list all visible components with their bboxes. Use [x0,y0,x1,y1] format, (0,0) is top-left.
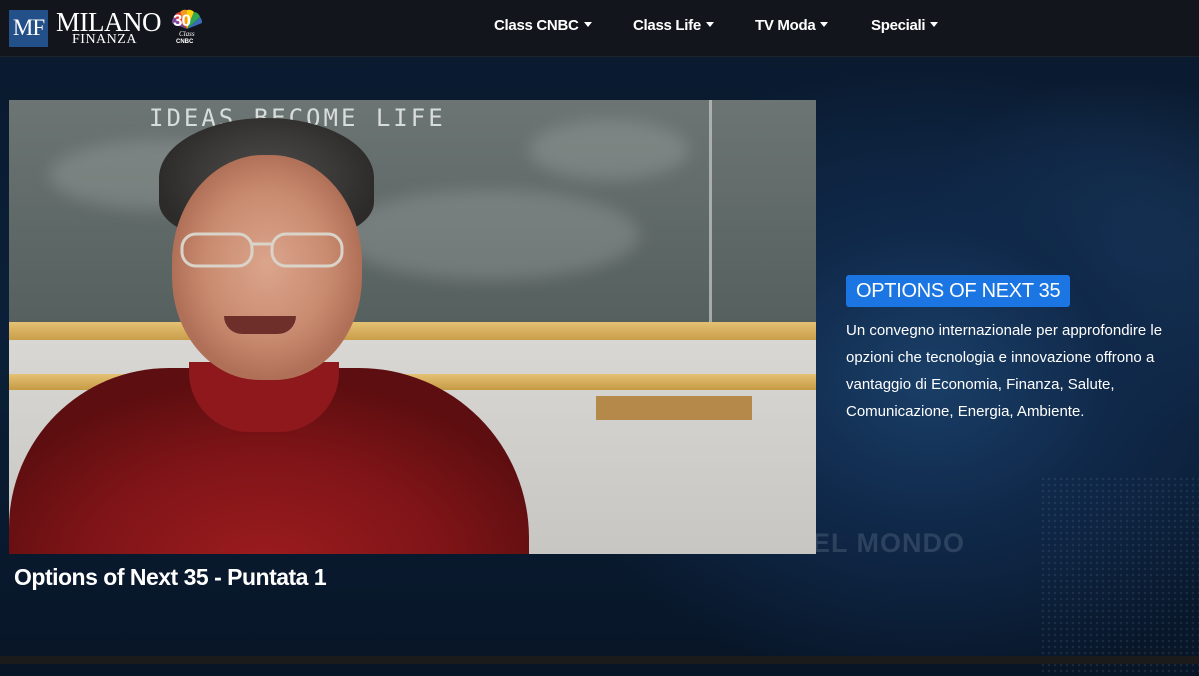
class-cnbc-anniversary-logo: 30 Class CNBC [170,9,204,47]
chalkboard-background: IDEAS BECOME LIFE [9,100,816,322]
nav-class-life-dropdown[interactable]: Class Life [633,17,714,34]
nav-speciali-dropdown[interactable]: Speciali [871,17,939,34]
caret-down-icon [930,22,939,27]
video-player-thumbnail[interactable]: IDEAS BECOME LIFE [9,100,816,554]
logo-finanza-text: FINANZA [72,32,137,47]
background-watermark-text: EL MONDO [812,528,966,558]
description-line: Un convegno internazionale per approfond… [846,322,1163,339]
logo-cnbc-text: CNBC [176,39,194,45]
logo-class-text: Class [179,30,195,38]
milano-finanza-logo[interactable]: MF MILANO FINANZA 30 Class CNBC [9,8,204,48]
caret-down-icon [705,22,714,27]
nav-item-label: TV Moda [755,17,816,34]
caret-down-icon [583,22,592,27]
feature-badge[interactable]: OPTIONS OF NEXT 35 [846,275,1071,307]
video-title[interactable]: Options of Next 35 - Puntata 1 [14,564,327,591]
description-line: vantaggio di Economia, Finanza, Salute, [846,376,1115,393]
background-dot-pattern [1040,476,1199,676]
description-line: opzioni che tecnologia e innovazione off… [846,349,1155,366]
nav-item-label: Class Life [633,17,701,34]
feature-description: Un convegno internazionale per approfond… [846,317,1199,425]
logo-wordmark: MILANO FINANZA [56,9,168,47]
description-line: Comunicazione, Energia, Ambiente. [846,403,1085,420]
nav-item-label: Class CNBC [494,17,579,34]
glasses-icon [180,232,344,268]
footer-strip [0,656,1199,664]
top-navbar: MF MILANO FINANZA 30 Class CNBC Class CN… [0,0,1199,57]
logo-anniversary-number: 30 [173,11,191,30]
nav-class-cnbc-dropdown[interactable]: Class CNBC [494,17,592,34]
mf-logo-box: MF [9,9,48,47]
nav-tv-moda-dropdown[interactable]: TV Moda [755,17,829,34]
nav-item-label: Speciali [871,17,926,34]
caret-down-icon [820,22,829,27]
